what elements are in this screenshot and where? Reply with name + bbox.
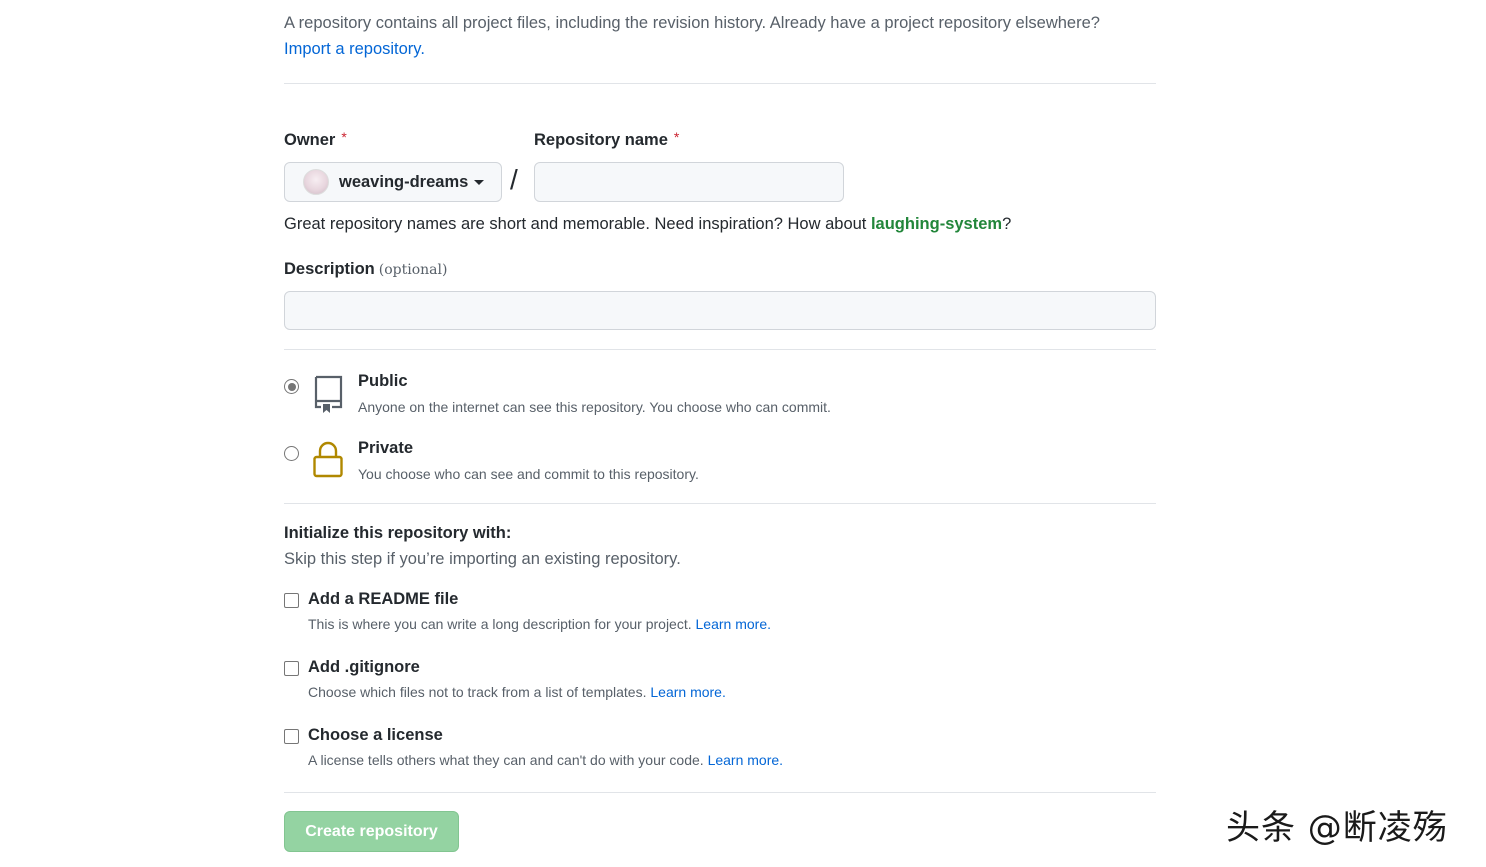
owner-selected: weaving-dreams xyxy=(339,172,469,191)
owner-repo-separator: / xyxy=(510,164,518,195)
intro-description: A repository contains all project files,… xyxy=(284,14,1100,32)
initialize-subtitle: Skip this step if you’re importing an ex… xyxy=(284,550,681,568)
intro-text: A repository contains all project files,… xyxy=(284,10,1156,62)
gitignore-desc: Choose which files not to track from a l… xyxy=(308,684,647,700)
readme-desc: This is where you can write a long descr… xyxy=(308,616,692,632)
license-desc: A license tells others what they can and… xyxy=(308,752,704,768)
readme-desc-line: This is where you can write a long descr… xyxy=(308,616,771,632)
public-title: Public xyxy=(358,372,408,390)
private-desc: You choose who can see and commit to thi… xyxy=(358,466,699,482)
owner-dropdown[interactable]: weaving-dreams xyxy=(284,162,502,202)
hint-prefix: Great repository names are short and mem… xyxy=(284,215,871,233)
repo-name-label: Repository name * xyxy=(534,129,680,150)
description-optional: (optional) xyxy=(378,262,448,278)
repo-name-input[interactable] xyxy=(534,162,844,202)
private-radio[interactable] xyxy=(284,446,299,461)
gitignore-title: Add .gitignore xyxy=(308,658,420,676)
create-repository-button[interactable]: Create repository xyxy=(284,811,459,852)
owner-label-text: Owner xyxy=(284,131,336,149)
chevron-down-icon xyxy=(474,179,485,185)
license-desc-line: A license tells others what they can and… xyxy=(308,752,783,768)
license-title: Choose a license xyxy=(308,726,443,744)
divider-initialize xyxy=(284,503,1156,504)
hint-suffix: ? xyxy=(1002,215,1012,233)
owner-avatar xyxy=(303,169,329,195)
watermark-text: 头条 @断凌殇 xyxy=(1226,808,1448,848)
license-checkbox[interactable] xyxy=(284,729,299,744)
repo-name-required-mark: * xyxy=(673,129,680,145)
gitignore-checkbox[interactable] xyxy=(284,661,299,676)
description-label-text: Description xyxy=(284,260,375,278)
repo-icon xyxy=(314,375,343,413)
readme-learn-more-link[interactable]: Learn more. xyxy=(696,616,771,632)
public-desc: Anyone on the internet can see this repo… xyxy=(358,399,831,415)
page: A repository contains all project files,… xyxy=(0,0,1486,867)
divider-visibility xyxy=(284,349,1156,350)
initialize-title: Initialize this repository with: xyxy=(284,524,512,542)
suggested-name-link[interactable]: laughing-system xyxy=(871,215,1002,233)
gitignore-desc-line: Choose which files not to track from a l… xyxy=(308,684,726,700)
description-input[interactable] xyxy=(284,291,1156,330)
import-repository-link[interactable]: Import a repository. xyxy=(284,40,425,58)
description-label: Description (optional) xyxy=(284,260,447,279)
repo-name-hint: Great repository names are short and mem… xyxy=(284,215,1011,234)
license-learn-more-link[interactable]: Learn more. xyxy=(708,752,783,768)
gitignore-learn-more-link[interactable]: Learn more. xyxy=(650,684,725,700)
lock-icon xyxy=(313,441,343,478)
repo-name-label-text: Repository name xyxy=(534,131,668,149)
private-title: Private xyxy=(358,439,414,457)
divider-top xyxy=(284,83,1156,84)
owner-label: Owner * xyxy=(284,129,347,150)
divider-bottom xyxy=(284,792,1156,793)
public-radio[interactable] xyxy=(284,379,299,394)
readme-checkbox[interactable] xyxy=(284,593,299,608)
readme-title: Add a README file xyxy=(308,590,459,608)
owner-required-mark: * xyxy=(341,129,347,145)
